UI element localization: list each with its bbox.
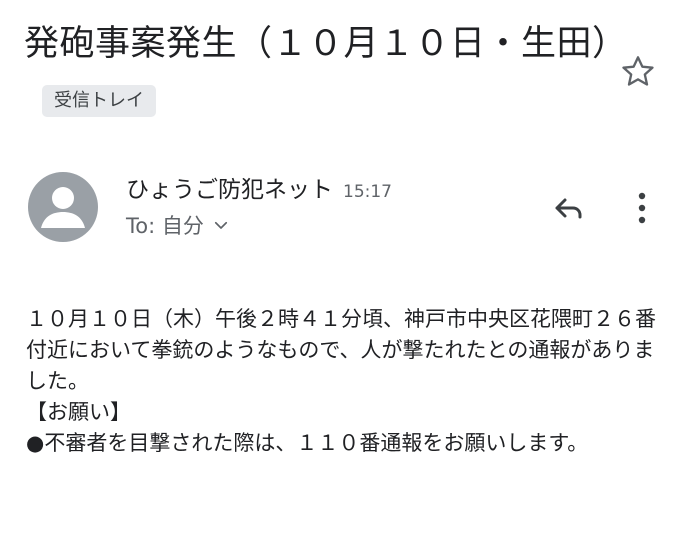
body-request: ●不審者を目撃された際は、１１０番通報をお願いします。 xyxy=(26,431,589,455)
subject-text: 発砲事案発生（１０月１０日・生田） xyxy=(24,24,628,64)
reply-button[interactable] xyxy=(548,188,588,228)
body-heading: 【お願い】 xyxy=(26,400,131,424)
star-button[interactable] xyxy=(618,52,658,92)
body-paragraph: １０月１０日（木）午後２時４１分頃、神戸市中央区花隈町２６番付近において拳銃のよ… xyxy=(26,307,656,393)
recipient-details-toggle[interactable]: To: 自分 xyxy=(126,210,230,240)
message-body: １０月１０日（木）午後２時４１分頃、神戸市中央区花隈町２６番付近において拳銃のよ… xyxy=(26,304,656,459)
recipient-text: To: 自分 xyxy=(126,214,204,238)
more-vert-icon xyxy=(638,192,646,224)
sender-line: ひょうご防犯ネット 15:17 xyxy=(126,170,392,204)
sender-avatar[interactable] xyxy=(28,172,98,242)
inbox-label-chip[interactable]: 受信トレイ xyxy=(42,85,156,117)
email-subject: 発砲事案発生（１０月１０日・生田） 受信トレイ xyxy=(24,14,627,134)
sender-name[interactable]: ひょうご防犯ネット xyxy=(126,177,333,203)
chevron-down-icon xyxy=(214,221,227,229)
star-icon xyxy=(622,56,654,86)
reply-icon xyxy=(555,198,582,219)
more-options-button[interactable] xyxy=(628,186,656,230)
person-avatar-icon xyxy=(41,187,85,228)
message-time: 15:17 xyxy=(343,182,392,202)
